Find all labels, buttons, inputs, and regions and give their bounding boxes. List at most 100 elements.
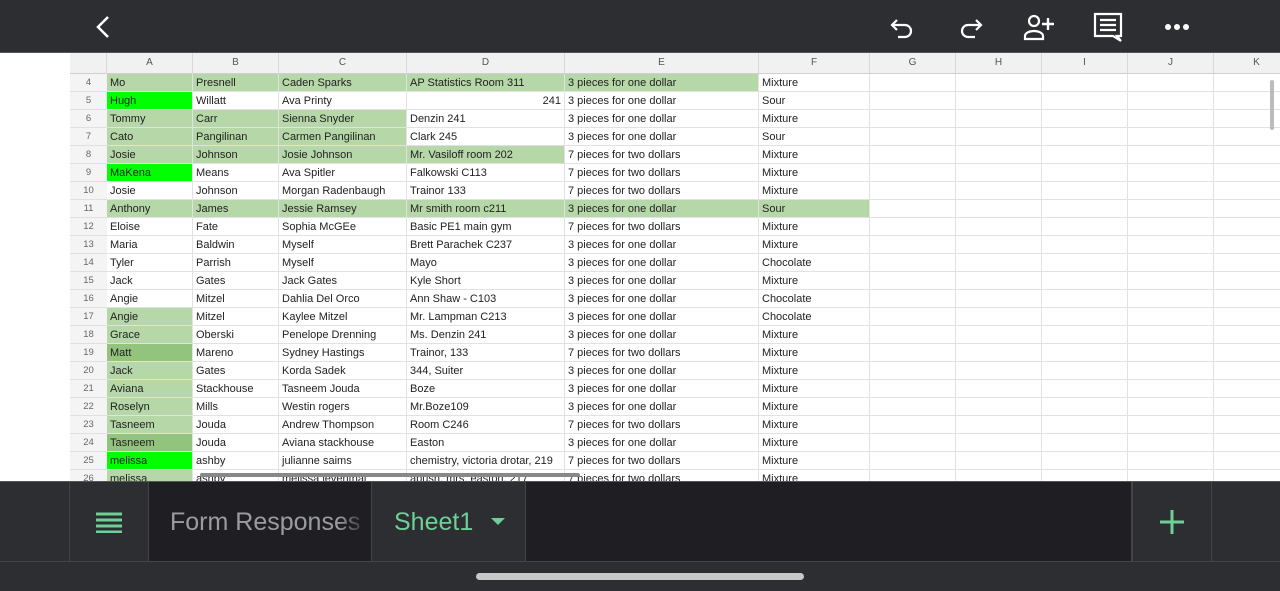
row-header[interactable]: 25: [70, 452, 107, 470]
cell[interactable]: Mixture: [759, 344, 870, 362]
cell[interactable]: Eloise: [107, 218, 193, 236]
cell[interactable]: [956, 92, 1042, 110]
cell[interactable]: Mixture: [759, 218, 870, 236]
cell[interactable]: Angie: [107, 290, 193, 308]
cell[interactable]: 344, Suiter: [407, 362, 565, 380]
cell[interactable]: 7 pieces for two dollars: [565, 470, 759, 481]
cell[interactable]: Boze: [407, 380, 565, 398]
cell[interactable]: 3 pieces for one dollar: [565, 74, 759, 92]
cell[interactable]: [956, 272, 1042, 290]
cell[interactable]: [1042, 308, 1128, 326]
add-person-icon[interactable]: [1022, 10, 1056, 44]
cell[interactable]: [1214, 236, 1280, 254]
cell[interactable]: [870, 200, 956, 218]
cell[interactable]: [1214, 416, 1280, 434]
column-header-k[interactable]: K: [1214, 53, 1280, 74]
cell[interactable]: Matt: [107, 344, 193, 362]
cell[interactable]: [956, 380, 1042, 398]
cell[interactable]: [870, 290, 956, 308]
cell[interactable]: Mixture: [759, 326, 870, 344]
cell[interactable]: 7 pieces for two dollars: [565, 416, 759, 434]
cell[interactable]: 3 pieces for one dollar: [565, 398, 759, 416]
cell[interactable]: [1128, 272, 1214, 290]
cell[interactable]: Baldwin: [193, 236, 279, 254]
cell[interactable]: Roselyn: [107, 398, 193, 416]
cell[interactable]: 7 pieces for two dollars: [565, 164, 759, 182]
cell[interactable]: Presnell: [193, 74, 279, 92]
cell[interactable]: [870, 398, 956, 416]
cell[interactable]: Aviana stackhouse: [279, 434, 407, 452]
cell[interactable]: [1042, 92, 1128, 110]
cell[interactable]: [1042, 344, 1128, 362]
cell[interactable]: [1042, 74, 1128, 92]
cell[interactable]: 3 pieces for one dollar: [565, 254, 759, 272]
cell[interactable]: [956, 290, 1042, 308]
cell[interactable]: [1214, 218, 1280, 236]
cell[interactable]: [1042, 110, 1128, 128]
cell[interactable]: Ava Printy: [279, 92, 407, 110]
cell[interactable]: Mixture: [759, 272, 870, 290]
cell[interactable]: Dahlia Del Orco: [279, 290, 407, 308]
cell[interactable]: [870, 218, 956, 236]
cell[interactable]: [1042, 326, 1128, 344]
cell[interactable]: [870, 380, 956, 398]
cell[interactable]: Morgan Radenbaugh: [279, 182, 407, 200]
cell[interactable]: Oberski: [193, 326, 279, 344]
cell[interactable]: Maria: [107, 236, 193, 254]
cell[interactable]: Kyle Short: [407, 272, 565, 290]
cell[interactable]: [870, 326, 956, 344]
cell[interactable]: Means: [193, 164, 279, 182]
cell[interactable]: [1042, 416, 1128, 434]
cell[interactable]: Ann Shaw - C103: [407, 290, 565, 308]
cell[interactable]: [1042, 164, 1128, 182]
cell[interactable]: [1128, 452, 1214, 470]
row-header[interactable]: 16: [70, 290, 107, 308]
cell[interactable]: [870, 254, 956, 272]
cell[interactable]: [1214, 326, 1280, 344]
cell[interactable]: 3 pieces for one dollar: [565, 200, 759, 218]
cell[interactable]: [1128, 74, 1214, 92]
cell[interactable]: Korda Sadek: [279, 362, 407, 380]
cell[interactable]: [1128, 182, 1214, 200]
cell[interactable]: [1214, 182, 1280, 200]
all-sheets-button[interactable]: [69, 482, 149, 562]
cell[interactable]: [1128, 200, 1214, 218]
cell[interactable]: Mo: [107, 74, 193, 92]
tab-sheet1[interactable]: Sheet1: [372, 482, 526, 562]
column-header-d[interactable]: D: [407, 53, 565, 74]
cell[interactable]: 7 pieces for two dollars: [565, 182, 759, 200]
cell[interactable]: [870, 74, 956, 92]
undo-icon[interactable]: [886, 10, 920, 44]
cell[interactable]: Room C246: [407, 416, 565, 434]
cell[interactable]: AP Statistics Room 311: [407, 74, 565, 92]
cell[interactable]: Anthony: [107, 200, 193, 218]
cell[interactable]: Chocolate: [759, 290, 870, 308]
column-header-c[interactable]: C: [279, 53, 407, 74]
cell[interactable]: Gates: [193, 272, 279, 290]
cell[interactable]: Basic PE1 main gym: [407, 218, 565, 236]
cell[interactable]: [1214, 128, 1280, 146]
cell[interactable]: Trainor 133: [407, 182, 565, 200]
cell[interactable]: [956, 182, 1042, 200]
cell[interactable]: Trainor, 133: [407, 344, 565, 362]
cell[interactable]: Tasneem: [107, 434, 193, 452]
cell[interactable]: 3 pieces for one dollar: [565, 110, 759, 128]
cell[interactable]: Ms. Denzin 241: [407, 326, 565, 344]
cell[interactable]: [1042, 434, 1128, 452]
cell[interactable]: julianne saims: [279, 452, 407, 470]
cell[interactable]: Mixture: [759, 416, 870, 434]
cell[interactable]: Penelope Drenning: [279, 326, 407, 344]
cell[interactable]: Jack: [107, 362, 193, 380]
cell[interactable]: Myself: [279, 236, 407, 254]
cell[interactable]: [1214, 452, 1280, 470]
cell[interactable]: [956, 452, 1042, 470]
row-header[interactable]: 26: [70, 470, 107, 481]
cell[interactable]: MaKena: [107, 164, 193, 182]
cell[interactable]: [870, 362, 956, 380]
cell[interactable]: Easton: [407, 434, 565, 452]
cell[interactable]: [1128, 434, 1214, 452]
cell[interactable]: ashby: [193, 452, 279, 470]
cell[interactable]: 3 pieces for one dollar: [565, 236, 759, 254]
row-header[interactable]: 22: [70, 398, 107, 416]
cell[interactable]: Denzin 241: [407, 110, 565, 128]
